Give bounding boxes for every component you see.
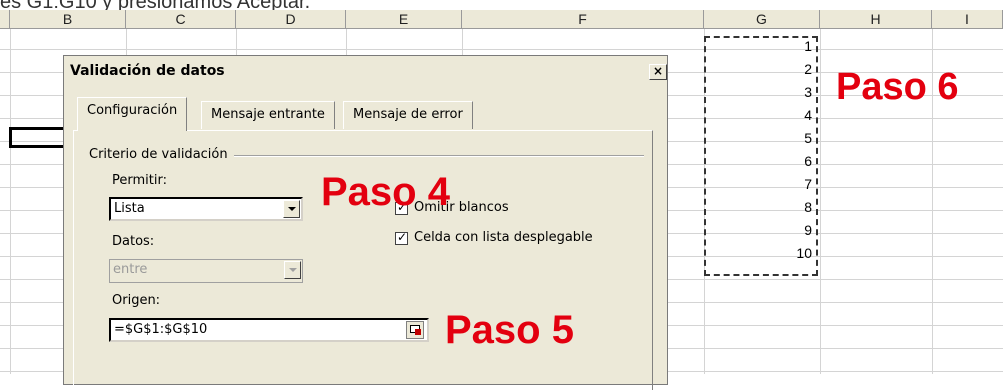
- column-header-g[interactable]: G: [704, 10, 820, 28]
- cell-g6[interactable]: 6: [720, 153, 812, 169]
- chevron-down-icon: [289, 268, 297, 272]
- column-header-d[interactable]: D: [236, 10, 346, 28]
- cell-g4[interactable]: 4: [720, 107, 812, 123]
- column-header-b[interactable]: B: [10, 10, 126, 28]
- data-validation-dialog: Validación de datos × Configuración Mens…: [63, 55, 668, 390]
- dropdown-label: Celda con lista desplegable: [414, 230, 593, 245]
- allow-select[interactable]: Lista: [109, 197, 303, 221]
- column-header-i[interactable]: I: [932, 10, 1003, 28]
- tab-configuracion[interactable]: Configuración: [77, 97, 188, 131]
- range-selector-button[interactable]: [406, 321, 424, 339]
- range-arrow-icon: [415, 329, 421, 335]
- column-header-e[interactable]: E: [346, 10, 462, 28]
- dialog-title: Validación de datos: [70, 63, 225, 79]
- allow-select-value: Lista: [114, 201, 145, 216]
- column-header-row: B C D E F G H I: [0, 10, 1003, 29]
- cell-g5[interactable]: 5: [720, 130, 812, 146]
- data-select[interactable]: entre: [109, 259, 303, 283]
- chevron-down-icon: [288, 207, 296, 211]
- cell-g2[interactable]: 2: [720, 61, 812, 77]
- cell-g7[interactable]: 7: [720, 176, 812, 192]
- tab-mensaje-entrante[interactable]: Mensaje entrante: [201, 101, 335, 129]
- data-dropdown-button[interactable]: [284, 261, 301, 279]
- cell-g3[interactable]: 3: [720, 84, 812, 100]
- column-header-c[interactable]: C: [126, 10, 236, 28]
- column-header-h[interactable]: H: [820, 10, 932, 28]
- source-input[interactable]: =$G$1:$G$10: [109, 318, 429, 342]
- source-label: Origen:: [112, 293, 161, 308]
- tab-mensaje-error[interactable]: Mensaje de error: [343, 101, 473, 129]
- close-button[interactable]: ×: [649, 64, 667, 80]
- cell-g1[interactable]: 1: [720, 38, 812, 54]
- dropdown-checkbox[interactable]: ✓: [395, 230, 408, 245]
- annotation-paso-6: Paso 6: [836, 66, 959, 108]
- source-input-value: =$G$1:$G$10: [114, 322, 208, 337]
- corner-header[interactable]: [0, 10, 10, 28]
- cell-g8[interactable]: 8: [720, 199, 812, 215]
- annotation-paso-5: Paso 5: [445, 308, 574, 352]
- cell-g10[interactable]: 10: [720, 245, 812, 261]
- dialog-title-bar[interactable]: Validación de datos ×: [64, 56, 667, 86]
- data-label: Datos:: [112, 234, 155, 249]
- allow-dropdown-button[interactable]: [283, 200, 300, 218]
- allow-label: Permitir:: [112, 173, 167, 188]
- data-select-value: entre: [113, 262, 148, 277]
- annotation-paso-4: Paso 4: [321, 170, 450, 214]
- cell-g9[interactable]: 9: [720, 222, 812, 238]
- check-icon: ✓: [397, 230, 408, 244]
- close-icon: ×: [652, 64, 664, 78]
- column-header-f[interactable]: F: [462, 10, 704, 28]
- group-label-criterio: Criterio de validación: [89, 147, 234, 162]
